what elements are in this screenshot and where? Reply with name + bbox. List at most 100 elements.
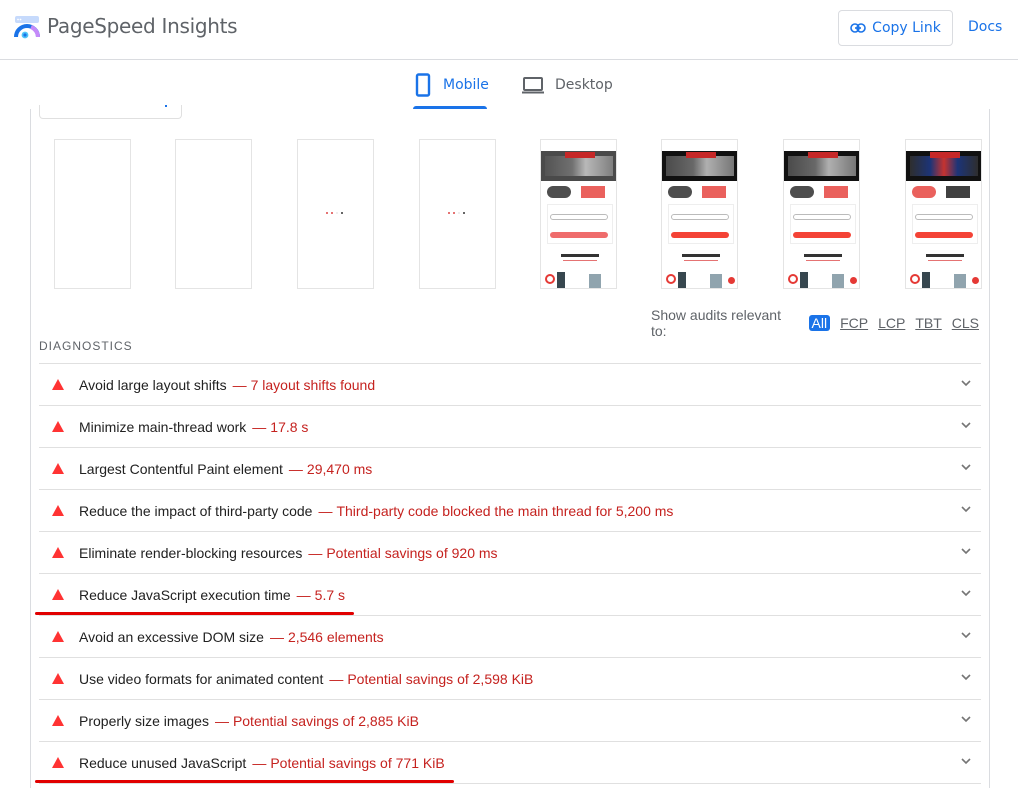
audit-detail: 7 layout shifts found	[250, 377, 376, 393]
loading-dots-icon	[326, 212, 343, 214]
filmstrip-frame	[419, 139, 496, 289]
fail-triangle-icon	[52, 379, 64, 390]
audit-detail: Potential savings of 2,885 KiB	[232, 713, 419, 729]
chevron-down-icon[interactable]	[959, 418, 973, 432]
fail-triangle-icon	[52, 421, 64, 432]
audit-separator: —	[296, 587, 311, 603]
audit-title: Avoid an excessive DOM size	[79, 629, 264, 645]
audit-row[interactable]: Reduce the impact of third-party code — Th…	[39, 490, 981, 532]
filter-all[interactable]: All	[808, 315, 831, 331]
audit-filter: Show audits relevant to: All FCP LCP TBT…	[651, 307, 989, 339]
fail-triangle-icon	[52, 547, 64, 558]
filter-lcp[interactable]: LCP	[878, 315, 905, 331]
filter-fcp[interactable]: FCP	[840, 315, 868, 331]
audit-text: Eliminate render-blocking resources — Pote…	[79, 545, 498, 561]
chevron-down-icon[interactable]	[959, 754, 973, 768]
phone-icon	[415, 73, 431, 97]
filter-tbt[interactable]: TBT	[915, 315, 941, 331]
chevron-down-icon[interactable]	[959, 586, 973, 600]
chevron-down-icon[interactable]	[959, 376, 973, 390]
audit-row[interactable]: Properly size images — Potential savings o…	[39, 700, 981, 742]
tab-mobile[interactable]: Mobile	[413, 61, 489, 109]
chevron-down-icon[interactable]	[959, 544, 973, 558]
audit-text: Reduce unused JavaScript — Potential savin…	[79, 755, 445, 771]
chevron-down-icon[interactable]	[959, 670, 973, 684]
audit-row[interactable]: Avoid an excessive DOM size —2,546 elemen…	[39, 616, 981, 658]
audit-row[interactable]: Minimize main-thread work —17.8 s	[39, 406, 981, 448]
audit-detail: 5.7 s	[314, 587, 346, 603]
audit-title: Properly size images	[79, 713, 209, 729]
tab-desktop[interactable]: Desktop	[521, 61, 613, 109]
filmstrip	[31, 139, 991, 291]
audit-separator: —	[252, 755, 267, 771]
audit-title: Largest Contentful Paint element	[79, 461, 283, 477]
audit-row[interactable]: Reduce JavaScript execution time —5.7 s	[39, 574, 981, 616]
fail-triangle-icon	[52, 505, 64, 516]
audit-detail: Potential savings of 2,598 KiB	[347, 671, 534, 687]
chevron-down-icon[interactable]	[959, 712, 973, 726]
audit-text: Avoid an excessive DOM size —2,546 elemen…	[79, 629, 384, 645]
audit-title: Avoid large layout shifts	[79, 377, 227, 393]
chevron-down-icon[interactable]	[959, 628, 973, 642]
copy-link-button[interactable]: Copy Link	[838, 10, 953, 46]
audit-row[interactable]: Largest Contentful Paint element —29,470 …	[39, 448, 981, 490]
audit-detail: 29,470 ms	[306, 461, 373, 477]
fail-triangle-icon	[52, 715, 64, 726]
fail-triangle-icon	[52, 757, 64, 768]
filmstrip-frame-screenshot	[540, 139, 617, 289]
audit-separator: —	[288, 461, 303, 477]
annotation-underline	[35, 612, 355, 615]
diagnostics-heading: DIAGNOSTICS	[39, 339, 133, 353]
audit-separator: —	[308, 545, 323, 561]
audit-separator: —	[318, 503, 333, 519]
fail-triangle-icon	[52, 463, 64, 474]
audit-detail: Potential savings of 920 ms	[326, 545, 498, 561]
filter-cls[interactable]: CLS	[952, 315, 979, 331]
fail-triangle-icon	[52, 631, 64, 642]
filmstrip-frame	[54, 139, 131, 289]
audit-title: Reduce the impact of third-party code	[79, 503, 313, 519]
audit-detail: 2,546 elements	[287, 629, 384, 645]
audit-text: Properly size images — Potential savings o…	[79, 713, 419, 729]
fail-triangle-icon	[52, 589, 64, 600]
top-bar: PageSpeed Insights Copy Link Docs	[0, 0, 1018, 60]
audit-text: Use video formats for animated content — P…	[79, 671, 533, 687]
filmstrip-frame-screenshot	[661, 139, 738, 289]
audit-title: Reduce JavaScript execution time	[79, 587, 291, 603]
report-panel: Show audits relevant to: All FCP LCP TBT…	[30, 105, 991, 788]
filmstrip-frame-screenshot	[905, 139, 982, 289]
tab-mobile-label: Mobile	[443, 77, 489, 93]
audit-separator: —	[252, 419, 267, 435]
pagespeed-logo-icon[interactable]	[14, 15, 40, 41]
audit-title: Reduce unused JavaScript	[79, 755, 247, 771]
filmstrip-frame	[297, 139, 374, 289]
fail-triangle-icon	[52, 673, 64, 684]
audit-text: Minimize main-thread work —17.8 s	[79, 419, 308, 435]
audit-title: Use video formats for animated content	[79, 671, 324, 687]
filmstrip-frame-screenshot	[783, 139, 860, 289]
audit-row[interactable]: Eliminate render-blocking resources — Pote…	[39, 532, 981, 574]
audit-separator: —	[269, 629, 284, 645]
device-tabs: Mobile Desktop	[0, 61, 1018, 109]
audit-filter-label: Show audits relevant to:	[651, 307, 781, 339]
clipped-control	[39, 105, 182, 119]
audit-text: Largest Contentful Paint element —29,470 …	[79, 461, 372, 477]
audit-detail: 17.8 s	[270, 419, 309, 435]
audit-detail: Third-party code blocked the main thread…	[336, 503, 674, 519]
audit-separator: —	[214, 713, 229, 729]
link-icon	[850, 23, 866, 33]
audit-row[interactable]: Use video formats for animated content — P…	[39, 658, 981, 700]
audit-row[interactable]: Reduce unused JavaScript — Potential savin…	[39, 742, 981, 784]
docs-link[interactable]: Docs	[968, 19, 1002, 35]
audit-text: Reduce JavaScript execution time —5.7 s	[79, 587, 345, 603]
chevron-down-icon[interactable]	[959, 502, 973, 516]
copy-link-label: Copy Link	[872, 20, 941, 36]
chevron-down-icon[interactable]	[959, 460, 973, 474]
app-title: PageSpeed Insights	[47, 14, 238, 38]
audit-row[interactable]: Avoid large layout shifts —7 layout shift…	[39, 364, 981, 406]
laptop-icon	[522, 77, 544, 94]
audit-text: Avoid large layout shifts —7 layout shift…	[79, 377, 375, 393]
audit-title: Minimize main-thread work	[79, 419, 247, 435]
audit-separator: —	[329, 671, 344, 687]
diagnostics-list: Avoid large layout shifts — 7 layout shift…	[39, 363, 981, 784]
